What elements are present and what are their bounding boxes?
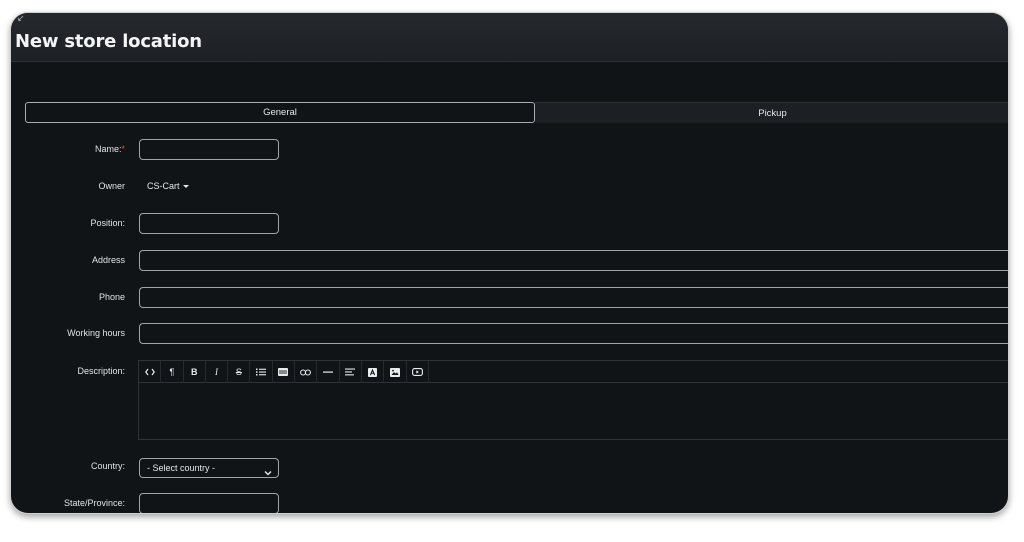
description-label: Description:: [77, 366, 125, 376]
image-text-icon[interactable]: [362, 361, 385, 383]
resize-corner-icon: ↙: [17, 13, 25, 23]
state-input[interactable]: [139, 493, 279, 513]
link-icon[interactable]: [295, 361, 318, 383]
tab-bar: General Pickup: [25, 102, 1008, 123]
align-icon[interactable]: [340, 361, 362, 383]
chevron-down-icon: [264, 464, 272, 482]
phone-input[interactable]: [139, 287, 1008, 308]
state-label: State/Province:: [63, 498, 125, 508]
unordered-list-icon[interactable]: [250, 361, 273, 383]
country-select[interactable]: - Select country -: [139, 458, 279, 478]
editor-content-area[interactable]: [139, 383, 1008, 440]
app-window: ↙ New store location General Pickup Name…: [10, 12, 1009, 514]
horizontal-rule-icon[interactable]: [317, 361, 340, 383]
name-label: Name:*: [94, 144, 125, 154]
country-label: Country:: [90, 461, 125, 471]
required-mark: *: [121, 144, 125, 154]
bold-icon[interactable]: B: [184, 361, 206, 383]
tab-pickup[interactable]: Pickup: [535, 102, 1008, 123]
phone-label: Phone: [98, 292, 125, 302]
name-input[interactable]: [139, 139, 279, 160]
owner-label: Owner: [98, 181, 125, 191]
video-icon[interactable]: [407, 361, 429, 383]
code-view-icon[interactable]: [139, 361, 162, 383]
position-label: Position:: [90, 218, 125, 228]
working-hours-input[interactable]: [139, 323, 1008, 344]
tab-general[interactable]: General: [25, 102, 535, 123]
owner-value: CS-Cart: [147, 181, 180, 191]
paragraph-icon[interactable]: ¶: [161, 361, 184, 383]
owner-dropdown[interactable]: CS-Cart: [147, 181, 189, 191]
strikethrough-icon[interactable]: S: [228, 361, 251, 383]
working-hours-label: Working hours: [67, 328, 125, 338]
position-input[interactable]: [139, 213, 279, 234]
editor-toolbar: ¶ B I S: [139, 361, 1008, 383]
country-selected-value: - Select country -: [147, 463, 216, 473]
ordered-list-icon[interactable]: [273, 361, 296, 383]
window-header: ↙ New store location: [11, 13, 1008, 62]
address-input[interactable]: [139, 250, 1008, 271]
address-label: Address: [91, 255, 125, 265]
page-title: New store location: [15, 31, 202, 52]
description-editor: ¶ B I S: [138, 360, 1008, 440]
image-icon[interactable]: [384, 361, 407, 383]
italic-icon[interactable]: I: [206, 361, 229, 383]
caret-down-icon: [182, 185, 189, 189]
